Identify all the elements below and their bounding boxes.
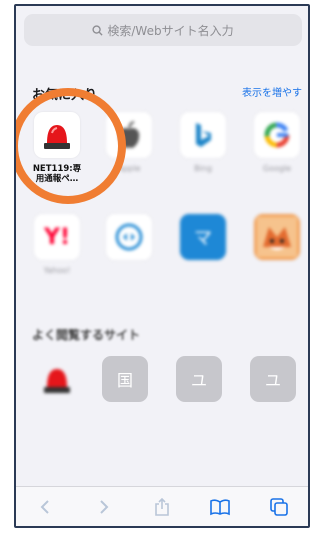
search-bar[interactable]: 検索/Webサイト名入力 bbox=[24, 14, 302, 46]
forward-button[interactable] bbox=[89, 492, 119, 522]
favorite-label bbox=[102, 266, 156, 286]
favorite-net119[interactable]: NET119:専 用通報ペ… bbox=[30, 112, 84, 184]
search-icon bbox=[92, 24, 103, 36]
frequent-title: よく閲覧するサイト bbox=[32, 328, 141, 342]
favorites-title: お気に入り bbox=[32, 88, 98, 103]
favorite-bing[interactable]: Bing bbox=[176, 112, 230, 184]
browser-frame: 検索/Webサイト名入力 お気に入り 表示を増やす NET119:専 用通報ペ…… bbox=[14, 4, 310, 528]
site-placeholder-icon: ユ bbox=[176, 356, 222, 402]
favorite-label: Google bbox=[262, 164, 292, 173]
siren-icon bbox=[34, 356, 80, 402]
favorite-label: Yahoo! bbox=[43, 266, 71, 275]
show-more-link[interactable]: 表示を増やす bbox=[242, 84, 302, 99]
google-icon bbox=[254, 112, 300, 158]
favorite-yahoo[interactable]: Y! Yahoo! bbox=[30, 214, 84, 286]
favorite-label: Bing bbox=[194, 164, 212, 173]
favorite-label bbox=[250, 266, 304, 286]
bookmarks-button[interactable] bbox=[205, 492, 235, 522]
share-icon bbox=[155, 497, 169, 516]
apple-icon bbox=[106, 112, 152, 158]
favorite-label: Apple bbox=[117, 164, 141, 173]
book-icon bbox=[210, 498, 231, 515]
search-placeholder: 検索/Webサイト名入力 bbox=[107, 23, 234, 38]
bing-icon bbox=[180, 112, 226, 158]
tabs-button[interactable] bbox=[264, 492, 294, 522]
site-placeholder-icon: 国 bbox=[102, 356, 148, 402]
blue-square-icon: マ bbox=[180, 214, 226, 260]
favorite-label: NET119:専 用通報ペ… bbox=[32, 164, 82, 184]
siren-icon bbox=[34, 112, 80, 158]
favorite-site-6[interactable] bbox=[102, 214, 156, 286]
fox-icon bbox=[254, 214, 300, 260]
chevron-left-icon bbox=[40, 499, 49, 514]
frequent-item[interactable]: ユ bbox=[250, 356, 304, 428]
bottom-toolbar bbox=[16, 486, 308, 526]
frequent-item[interactable] bbox=[30, 356, 84, 428]
frequent-item[interactable]: ユ bbox=[176, 356, 230, 428]
frequent-label bbox=[30, 408, 84, 428]
frequent-label bbox=[250, 408, 304, 428]
share-button[interactable] bbox=[147, 492, 177, 522]
favorite-site-8[interactable] bbox=[250, 214, 304, 286]
tabs-icon bbox=[269, 497, 288, 516]
site-placeholder-icon: ユ bbox=[250, 356, 296, 402]
favorite-site-7[interactable]: マ bbox=[176, 214, 230, 286]
chevron-right-icon bbox=[99, 499, 108, 514]
favorite-google[interactable]: Google bbox=[250, 112, 304, 184]
arrows-icon bbox=[106, 214, 152, 260]
favorite-label bbox=[176, 266, 230, 286]
frequent-label bbox=[176, 408, 230, 428]
yahoo-icon: Y! bbox=[34, 214, 80, 260]
favorite-apple[interactable]: Apple bbox=[102, 112, 156, 184]
back-button[interactable] bbox=[30, 492, 60, 522]
frequent-label bbox=[102, 408, 156, 428]
frequent-item[interactable]: 国 bbox=[102, 356, 156, 428]
